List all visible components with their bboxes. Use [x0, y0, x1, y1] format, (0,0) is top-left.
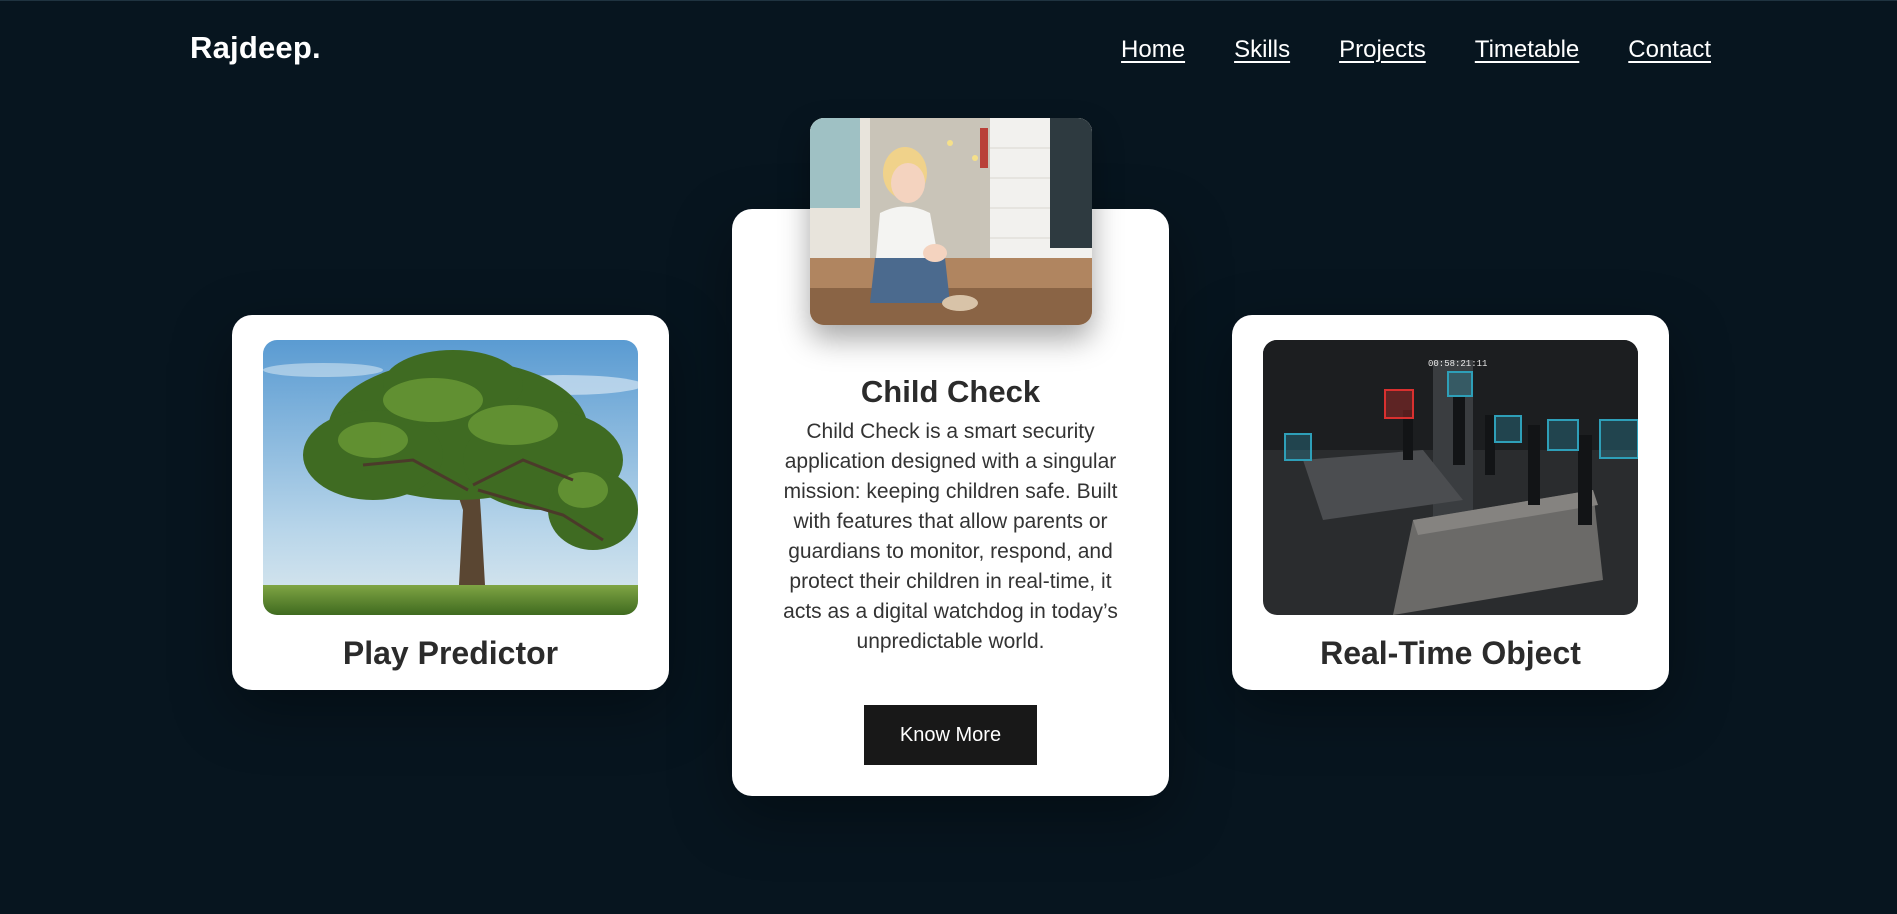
site-logo[interactable]: Rajdeep.	[190, 30, 321, 66]
nav-menu: Home Skills Projects Timetable Contact	[1121, 36, 1711, 64]
card-title: Child Check	[860, 374, 1041, 409]
know-more-button[interactable]: Know More	[864, 705, 1037, 765]
card-description: Child Check is a smart security applicat…	[783, 420, 1118, 653]
navbar: Rajdeep. Home Skills Projects Timetable …	[0, 0, 1897, 100]
cctv-detection-photo: 00:58:21:11	[1263, 340, 1638, 615]
nav-link-timetable[interactable]: Timetable	[1475, 36, 1579, 64]
tree-photo	[263, 340, 638, 615]
child-photo	[810, 118, 1092, 325]
card-title: Play Predictor	[342, 635, 559, 671]
nav-link-contact[interactable]: Contact	[1628, 36, 1711, 64]
timestamp: 00:58:21:11	[1428, 359, 1487, 369]
nav-link-skills[interactable]: Skills	[1234, 36, 1290, 64]
nav-link-home[interactable]: Home	[1121, 36, 1185, 64]
card-title: Real-Time Object	[1320, 635, 1581, 671]
project-card-real-time-object[interactable]: 00:58:21:11 Real-Time Object	[1232, 315, 1669, 690]
project-card-play-predictor[interactable]: Play Predictor	[232, 315, 669, 690]
nav-link-projects[interactable]: Projects	[1339, 36, 1426, 64]
